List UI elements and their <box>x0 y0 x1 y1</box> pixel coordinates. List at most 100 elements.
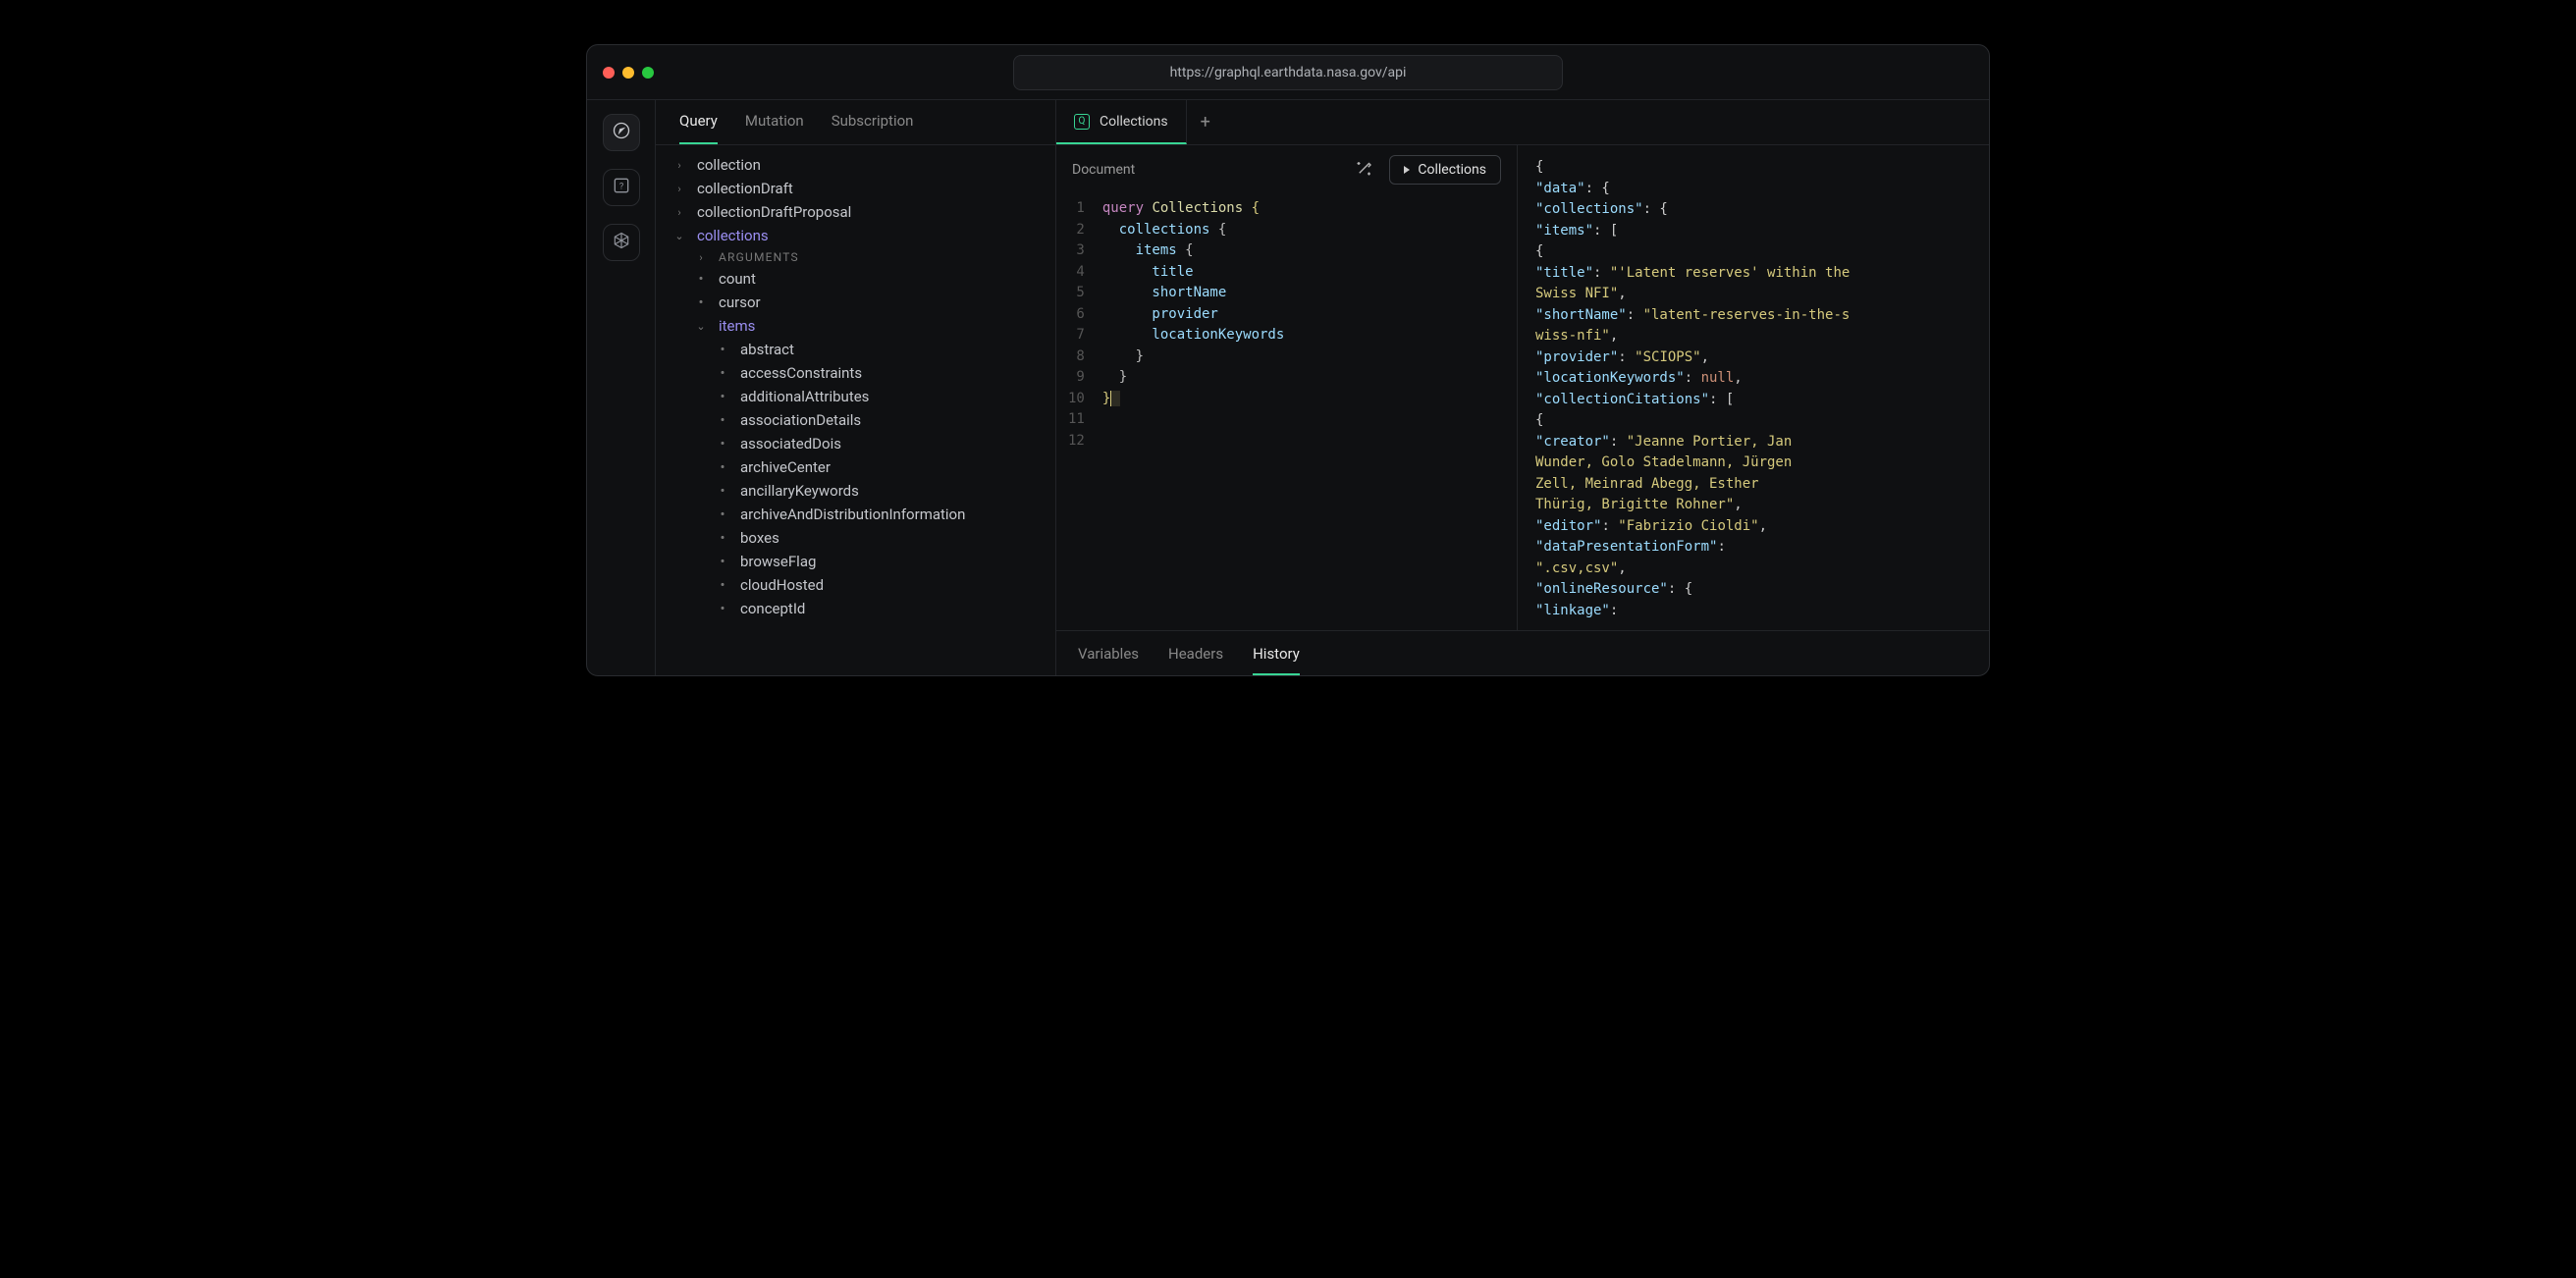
tree-item-label: associationDetails <box>740 411 861 429</box>
tree-item-label: items <box>719 317 755 335</box>
dot-icon: • <box>715 388 730 405</box>
tree-item-additionalattributes[interactable]: • additionalAttributes <box>660 385 1044 408</box>
tree-item-items[interactable]: ⌄items <box>660 314 1044 338</box>
query-badge-icon: Q <box>1074 114 1090 130</box>
graphql-icon <box>612 231 631 254</box>
side-rail: ? <box>587 100 656 675</box>
prettify-button[interactable] <box>1352 155 1377 185</box>
dot-icon: • <box>715 411 730 429</box>
sparkle-icon <box>1356 165 1373 181</box>
tree-item-count[interactable]: •count <box>660 267 1044 291</box>
dot-icon: • <box>715 341 730 358</box>
tree-item-collections[interactable]: ⌄ collections <box>660 224 1044 247</box>
dot-icon: • <box>715 364 730 382</box>
tree-item-label: ancillaryKeywords <box>740 482 859 500</box>
editor-title: Document <box>1072 162 1340 178</box>
tree-item-archivecenter[interactable]: • archiveCenter <box>660 455 1044 479</box>
tree-item-label: cursor <box>719 293 761 311</box>
tree-item-label: archiveCenter <box>740 458 831 476</box>
tree-item-abstract[interactable]: • abstract <box>660 338 1044 361</box>
tree-item-label: accessConstraints <box>740 364 862 382</box>
bottom-tabs: Variables Headers History <box>1056 630 1989 675</box>
app-window: https://graphql.earthdata.nasa.gov/api ?… <box>586 44 1990 676</box>
new-document-tab-button[interactable]: + <box>1187 112 1224 133</box>
caret-down-icon: ⌄ <box>671 230 687 242</box>
tree-item-accessconstraints[interactable]: • accessConstraints <box>660 361 1044 385</box>
tree-item-arguments[interactable]: › ARGUMENTS <box>660 247 1044 267</box>
document-tab-collections[interactable]: Q Collections <box>1056 100 1187 144</box>
tree-item-label: abstract <box>740 341 794 358</box>
tree-item-label: conceptId <box>740 600 805 617</box>
tree-item-label: collection <box>697 156 761 174</box>
tree-item-boxes[interactable]: • boxes <box>660 526 1044 550</box>
bottom-tab-history[interactable]: History <box>1253 645 1300 663</box>
result-pane[interactable]: { "data": { "collections": { "items": [ … <box>1518 145 1989 630</box>
tree-item-conceptid[interactable]: • conceptId <box>660 597 1044 620</box>
dot-icon: • <box>693 270 709 288</box>
dot-icon: • <box>715 435 730 453</box>
bottom-tab-variables[interactable]: Variables <box>1078 645 1139 663</box>
document-tab-label: Collections <box>1100 114 1168 130</box>
tree-item-cursor[interactable]: •cursor <box>660 291 1044 314</box>
center-area: Q Collections + Document <box>1056 100 1989 675</box>
content-body: ? QueryMutationSubscription ›collection›… <box>587 100 1989 675</box>
operation-tab-subscription[interactable]: Subscription <box>832 112 914 144</box>
plus-icon: + <box>1201 112 1210 133</box>
tree-item-archiveanddistributioninformation[interactable]: • archiveAndDistributionInformation <box>660 503 1044 526</box>
zoom-window-button[interactable] <box>642 67 654 79</box>
tree-item-associationdetails[interactable]: • associationDetails <box>660 408 1044 432</box>
tree-item-ancillarykeywords[interactable]: • ancillaryKeywords <box>660 479 1044 503</box>
caret-right-icon: › <box>671 206 687 219</box>
tree-item-label: additionalAttributes <box>740 388 869 405</box>
tree-item-label: collections <box>697 227 769 244</box>
tree-item-label: collectionDraft <box>697 180 793 197</box>
run-button[interactable]: Collections <box>1389 155 1501 185</box>
tree-item-label: ARGUMENTS <box>719 250 799 264</box>
schema-tree[interactable]: › collection › collectionDraft ›collectionDr… <box>656 145 1055 675</box>
tree-item-cloudhosted[interactable]: • cloudHosted <box>660 573 1044 597</box>
tree-item-collectiondraft[interactable]: › collectionDraft <box>660 177 1044 200</box>
code-editor[interactable]: 123456789101112 query Collections { coll… <box>1056 194 1517 630</box>
tree-item-label: cloudHosted <box>740 576 824 594</box>
svg-text:?: ? <box>618 182 622 191</box>
tree-item-label: browseFlag <box>740 553 816 570</box>
tree-item-collectiondraftproposal[interactable]: ›collectionDraftProposal <box>660 200 1044 224</box>
operation-tabs: Query Mutation Subscription <box>656 100 1055 145</box>
question-box-icon: ? <box>612 176 631 199</box>
schema-explorer: QueryMutationSubscription ›collection›co… <box>656 100 1056 675</box>
caret-right-icon: › <box>693 251 709 264</box>
operation-tab-query[interactable]: Query <box>679 112 718 144</box>
dot-icon: • <box>715 529 730 547</box>
caret-right-icon: › <box>671 183 687 195</box>
dot-icon: • <box>715 600 730 617</box>
minimize-window-button[interactable] <box>622 67 634 79</box>
dot-icon: • <box>715 576 730 594</box>
dot-icon: • <box>715 506 730 523</box>
caret-right-icon: › <box>671 159 687 172</box>
tree-item-label: associatedDois <box>740 435 841 453</box>
editor-header: Document Collections <box>1056 145 1517 194</box>
compass-icon <box>612 121 631 144</box>
bottom-tab-headers[interactable]: Headers <box>1168 645 1223 663</box>
editor-result-panes: Document Collections 123456789101112 que… <box>1056 145 1989 630</box>
code-body[interactable]: query Collections { collections { items … <box>1102 198 1284 626</box>
operation-tab-mutation[interactable]: Mutation <box>745 112 804 144</box>
tree-item-browseflag[interactable]: • browseFlag <box>660 550 1044 573</box>
document-tabs: Q Collections + <box>1056 100 1989 145</box>
titlebar: https://graphql.earthdata.nasa.gov/api <box>587 45 1989 100</box>
run-button-label: Collections <box>1418 162 1486 178</box>
editor-pane: Document Collections 123456789101112 que… <box>1056 145 1518 630</box>
tree-item-associateddois[interactable]: • associatedDois <box>660 432 1044 455</box>
dot-icon: • <box>715 553 730 570</box>
tree-item-collection[interactable]: › collection <box>660 153 1044 177</box>
explorer-rail-button[interactable] <box>603 114 640 151</box>
close-window-button[interactable] <box>603 67 615 79</box>
dot-icon: • <box>715 458 730 476</box>
dot-icon: • <box>715 482 730 500</box>
url-bar[interactable]: https://graphql.earthdata.nasa.gov/api <box>1013 55 1563 90</box>
tree-item-label: boxes <box>740 529 779 547</box>
tree-item-label: archiveAndDistributionInformation <box>740 506 965 523</box>
traffic-lights <box>603 67 654 79</box>
docs-rail-button[interactable]: ? <box>603 169 640 206</box>
settings-rail-button[interactable] <box>603 224 640 261</box>
